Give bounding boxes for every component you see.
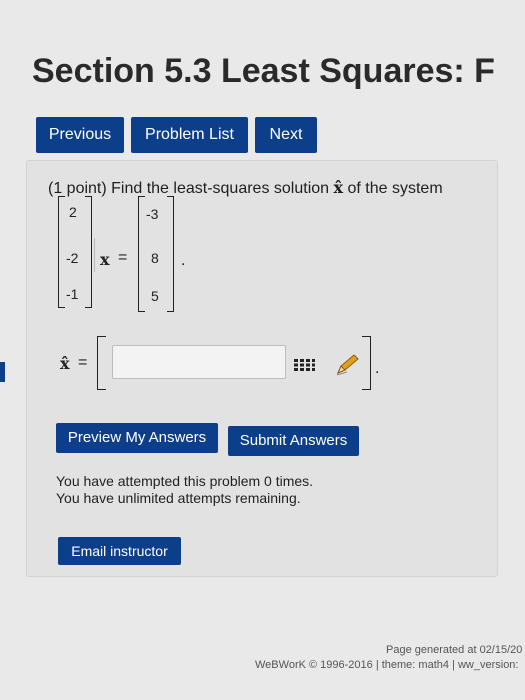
pencil-icon[interactable] <box>335 352 361 376</box>
problem-statement: (1 point) Find the least-squares solutio… <box>48 178 443 198</box>
attempts-status: You have attempted this problem 0 times. <box>56 473 314 489</box>
problem-outro: of the system <box>347 180 443 197</box>
page-generated-text: Page generated at 02/15/20 <box>386 644 523 656</box>
remaining-status: You have unlimited attempts remaining. <box>56 490 301 506</box>
answer-x-hat-label: x̂ <box>60 354 70 373</box>
vector-x-symbol: x <box>100 250 110 269</box>
next-button[interactable]: Next <box>255 117 317 153</box>
matrix-a-divider <box>94 238 95 272</box>
page-title: Section 5.3 Least Squares: F <box>32 52 495 90</box>
vector-b-cell: 5 <box>151 288 159 304</box>
copyright-footer: WeBWorK © 1996-2016 | theme: math4 | ww_… <box>255 659 519 671</box>
x-hat-symbol: x̂ <box>333 178 344 197</box>
answer-input[interactable] <box>112 345 286 379</box>
answer-period: . <box>375 360 380 377</box>
answer-left-bracket <box>97 336 106 390</box>
left-edge-marker <box>0 362 5 382</box>
matrix-a-cell: -2 <box>66 250 79 266</box>
problem-intro: (1 point) Find the least-squares solutio… <box>48 180 330 197</box>
previous-button[interactable]: Previous <box>36 117 124 153</box>
vector-b-cell: 8 <box>151 250 159 266</box>
matrix-a-cell: 2 <box>69 204 77 220</box>
answer-equals-sign: = <box>78 354 88 371</box>
email-instructor-button[interactable]: Email instructor <box>58 537 181 565</box>
equals-sign: = <box>118 249 128 266</box>
submit-answers-button[interactable]: Submit Answers <box>228 426 359 456</box>
system-period: . <box>181 252 186 269</box>
matrix-a-cell: -1 <box>66 286 79 302</box>
matrix-entry-icon[interactable] <box>292 358 316 372</box>
preview-answers-button[interactable]: Preview My Answers <box>56 423 218 453</box>
problem-list-button[interactable]: Problem List <box>131 117 248 153</box>
vector-b-cell: -3 <box>146 206 159 222</box>
answer-right-bracket <box>362 336 371 390</box>
